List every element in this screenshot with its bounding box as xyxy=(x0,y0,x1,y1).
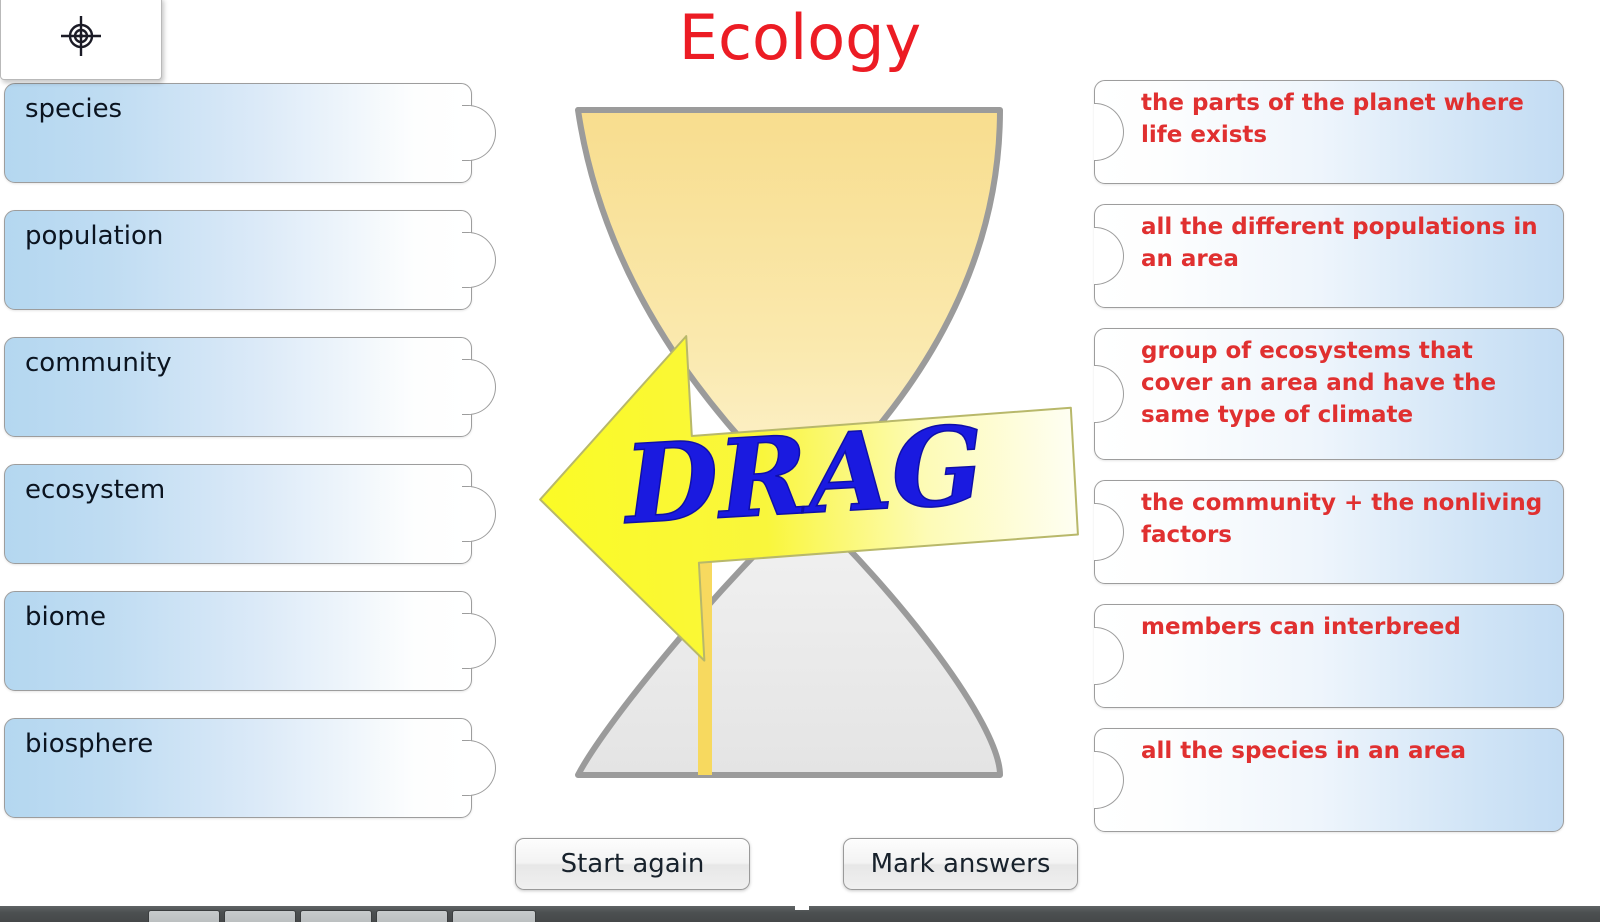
term-card-label: biome xyxy=(25,602,106,632)
terms-column: species population community ecosystem b… xyxy=(4,83,504,845)
term-card[interactable]: ecosystem xyxy=(4,464,496,564)
definition-card-text: the parts of the planet where life exist… xyxy=(1141,90,1524,148)
term-card-label: community xyxy=(25,348,172,378)
term-card[interactable]: species xyxy=(4,83,496,183)
hourglass-drag-graphic: DRAG xyxy=(500,85,1100,815)
term-card[interactable]: community xyxy=(4,337,496,437)
term-card[interactable]: biome xyxy=(4,591,496,691)
taskbar-item[interactable] xyxy=(452,910,536,922)
cursor-preview-panel xyxy=(0,0,162,80)
taskbar-item[interactable] xyxy=(224,910,296,922)
term-card-label: population xyxy=(25,221,164,251)
puzzle-tab-seam xyxy=(468,741,471,795)
definition-card[interactable]: the parts of the planet where life exist… xyxy=(1094,80,1564,184)
definition-card[interactable]: all the species in an area xyxy=(1094,728,1564,832)
puzzle-tab-seam xyxy=(468,360,471,414)
puzzle-tab-seam xyxy=(468,614,471,668)
start-again-button[interactable]: Start again xyxy=(515,838,750,890)
crosshair-target-icon xyxy=(59,14,103,62)
taskbar-active-indicator xyxy=(795,906,809,910)
page-title: Ecology xyxy=(678,1,922,74)
taskbar-item[interactable] xyxy=(148,910,220,922)
definitions-column: the parts of the planet where life exist… xyxy=(1094,80,1594,852)
term-card-label: biosphere xyxy=(25,729,154,759)
definition-card-text: all the different populations in an area xyxy=(1141,214,1538,272)
puzzle-tab-seam xyxy=(468,233,471,287)
definition-card[interactable]: group of ecosystems that cover an area a… xyxy=(1094,328,1564,460)
term-card[interactable]: population xyxy=(4,210,496,310)
taskbar xyxy=(0,906,1600,922)
taskbar-item[interactable] xyxy=(376,910,448,922)
puzzle-tab-seam xyxy=(468,487,471,541)
term-card[interactable]: biosphere xyxy=(4,718,496,818)
term-card-label: species xyxy=(25,94,123,124)
puzzle-tab-seam xyxy=(468,106,471,160)
drag-banner-label: DRAG xyxy=(618,403,987,549)
taskbar-item[interactable] xyxy=(300,910,372,922)
definition-card-text: the community + the nonliving factors xyxy=(1141,490,1543,548)
term-card-label: ecosystem xyxy=(25,475,166,505)
definition-card-text: members can interbreed xyxy=(1141,614,1461,640)
footer-button-bar: Start again Mark answers xyxy=(0,838,1600,898)
definition-card-text: group of ecosystems that cover an area a… xyxy=(1141,338,1497,428)
definition-card[interactable]: members can interbreed xyxy=(1094,604,1564,708)
definition-card-text: all the species in an area xyxy=(1141,738,1466,764)
definition-card[interactable]: all the different populations in an area xyxy=(1094,204,1564,308)
mark-answers-button[interactable]: Mark answers xyxy=(843,838,1078,890)
definition-card[interactable]: the community + the nonliving factors xyxy=(1094,480,1564,584)
